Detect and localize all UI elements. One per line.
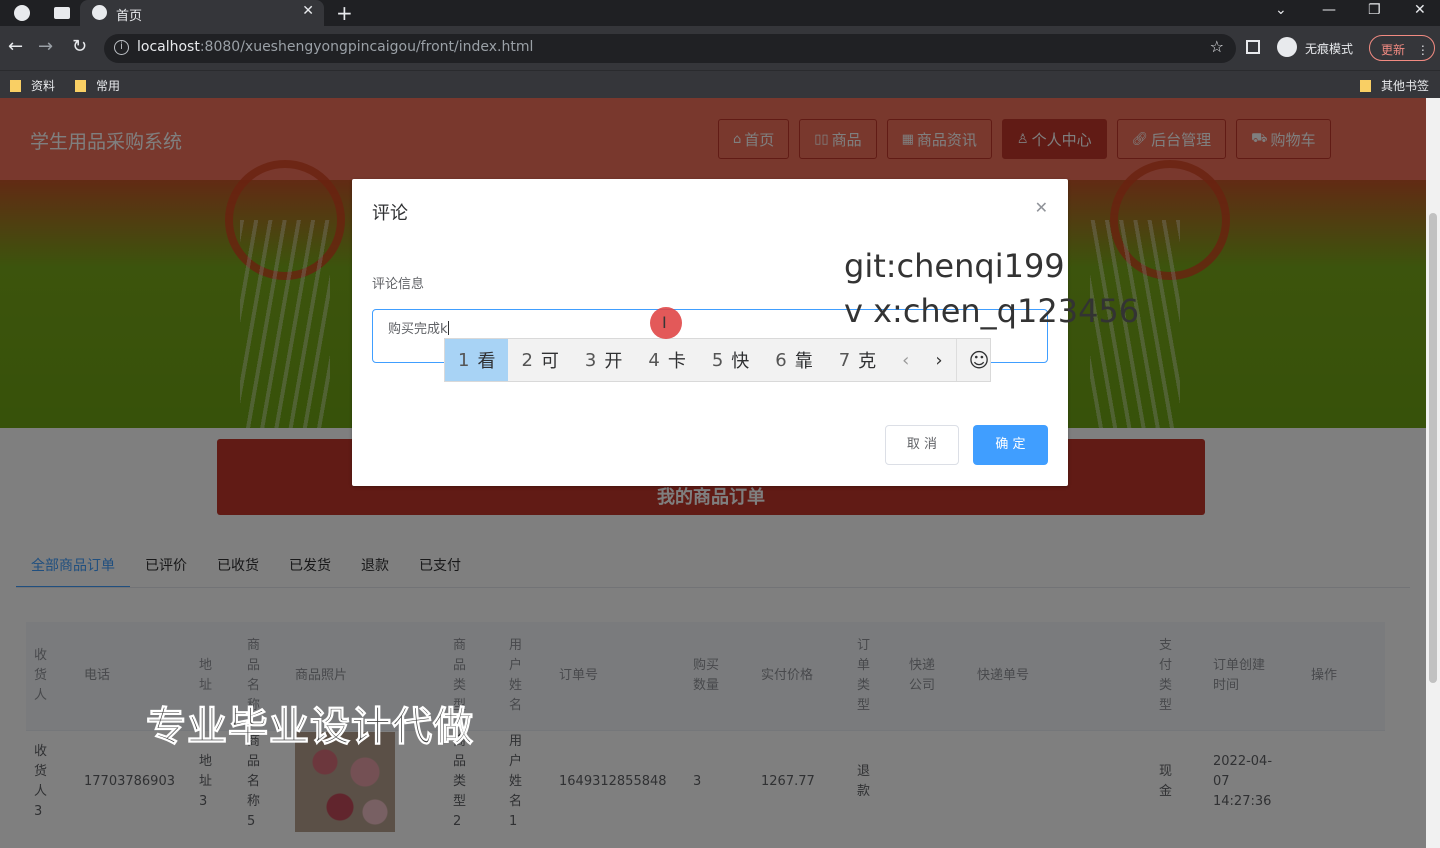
- tab-close-icon[interactable]: ✕: [302, 3, 314, 19]
- dialog-title: 评论: [372, 203, 408, 224]
- ime-candidate[interactable]: 4卡: [635, 339, 698, 381]
- side-panel-icon[interactable]: [1246, 40, 1260, 54]
- text-cursor-icon: I: [662, 313, 667, 332]
- window-close-icon[interactable]: ✕: [1414, 2, 1426, 18]
- mouse-cursor-highlight: I: [650, 307, 682, 339]
- browser-tab[interactable]: 首页 ✕: [80, 0, 324, 26]
- emoji-icon[interactable]: ☺: [955, 339, 1002, 381]
- text-caret: [447, 321, 449, 335]
- forward-icon[interactable]: →: [38, 37, 53, 57]
- folder-icon: [10, 80, 21, 92]
- update-button[interactable]: 更新 ⋮: [1369, 35, 1435, 61]
- incognito-label: 无痕模式: [1305, 42, 1354, 56]
- back-icon[interactable]: ←: [8, 37, 23, 57]
- url-text: localhost:8080/xueshengyongpincaigou/fro…: [137, 39, 534, 55]
- ime-candidate[interactable]: 7克: [826, 339, 889, 381]
- site-info-icon[interactable]: i: [114, 40, 129, 55]
- address-bar-row: ← → ↻ i localhost:8080/xueshengyongpinca…: [0, 26, 1440, 70]
- ime-candidate[interactable]: 6靠: [762, 339, 825, 381]
- ime-next-page-icon[interactable]: ›: [922, 350, 955, 371]
- minimize-icon[interactable]: —: [1322, 2, 1336, 18]
- scrollbar-thumb[interactable]: [1429, 213, 1437, 683]
- bookmarks-bar: 资料 常用 其他书签: [0, 70, 1440, 98]
- bookmark-folder-changyong[interactable]: 常用: [75, 77, 120, 94]
- comment-field-label: 评论信息: [372, 277, 425, 292]
- watermark-contact: git:chenqi199 v x:chen_q123456: [844, 247, 1140, 330]
- bookmark-folder-ziliao[interactable]: 资料: [10, 77, 55, 94]
- ime-candidate[interactable]: 3开: [572, 339, 635, 381]
- browser-tab-bar: 首页 ✕ + ⌄ — ❐ ✕: [0, 0, 1440, 26]
- new-tab-icon[interactable]: +: [336, 1, 353, 25]
- globe-icon: [92, 5, 107, 20]
- folder-icon: [1360, 80, 1371, 92]
- bookmark-star-icon[interactable]: ☆: [1210, 37, 1224, 56]
- ime-candidate[interactable]: 5快: [699, 339, 762, 381]
- other-bookmarks[interactable]: 其他书签: [1360, 77, 1429, 94]
- cancel-button[interactable]: 取 消: [885, 425, 959, 465]
- watermark-banner: 专业毕业设计代做: [146, 704, 474, 751]
- browser-menu-icon[interactable]: [14, 5, 30, 21]
- ime-prev-page-icon[interactable]: ‹: [889, 350, 922, 371]
- dialog-close-icon[interactable]: ✕: [1035, 198, 1048, 217]
- ime-candidate[interactable]: 1看: [445, 339, 509, 381]
- folder-icon: [75, 80, 86, 92]
- restore-icon[interactable]: ❐: [1368, 2, 1381, 18]
- page-viewport: 学生用品采购系统 ⌂首页 ▯▯商品 ▦商品资讯 ♙个人中心 🔗︎后台管理 ⛟购物…: [0, 98, 1426, 848]
- ime-candidate[interactable]: 2可: [508, 339, 571, 381]
- tab-title: 首页: [116, 9, 143, 24]
- tab-list-icon[interactable]: ⌄: [1275, 2, 1287, 18]
- confirm-button[interactable]: 确 定: [973, 425, 1048, 465]
- more-menu-icon: ⋮: [1416, 43, 1429, 57]
- url-field[interactable]: i localhost:8080/xueshengyongpincaigou/f…: [104, 34, 1236, 63]
- incognito-icon: [1277, 37, 1297, 57]
- reload-icon[interactable]: ↻: [72, 37, 87, 57]
- ime-candidate-bar: 1看 2可 3开 4卡 5快 6靠 7克 ‹ › ☺: [444, 338, 991, 382]
- tab-search-icon[interactable]: [54, 7, 70, 19]
- page-scrollbar[interactable]: [1426, 98, 1440, 848]
